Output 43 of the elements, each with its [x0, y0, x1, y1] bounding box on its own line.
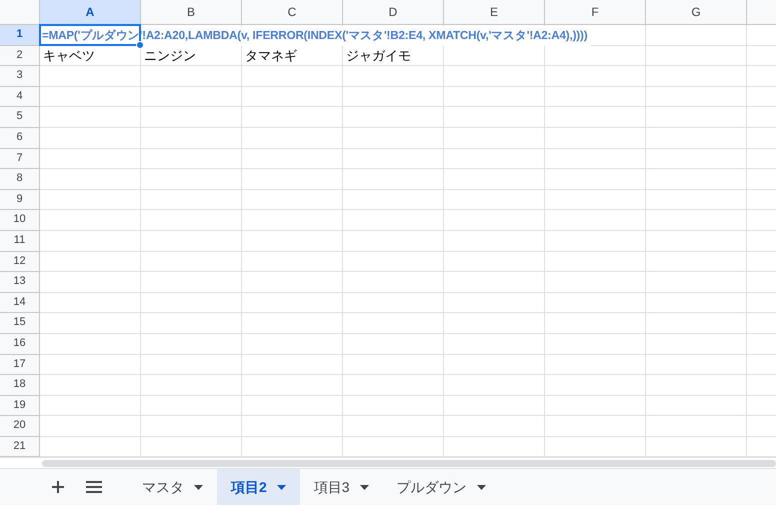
row-header[interactable]: 17: [0, 354, 40, 376]
row-header[interactable]: 15: [0, 313, 40, 334]
table-cell: ニンジン: [144, 48, 196, 63]
row-header[interactable]: 2: [0, 46, 40, 66]
row-header[interactable]: 8: [0, 169, 40, 190]
horizontal-scrollbar[interactable]: [42, 460, 776, 468]
table-cell: キャベツ: [43, 48, 95, 63]
row-header[interactable]: 7: [0, 148, 40, 170]
sheet-tab[interactable]: マスタ: [128, 469, 217, 506]
row-header[interactable]: 10: [0, 210, 40, 231]
sheet-tab[interactable]: 項目2: [217, 469, 300, 506]
column-header[interactable]: E: [444, 0, 545, 25]
column-header[interactable]: C: [242, 0, 343, 25]
column-header[interactable]: D: [343, 0, 444, 25]
row-header[interactable]: 13: [0, 272, 40, 293]
row-header[interactable]: 1: [0, 25, 40, 46]
sheet-tab[interactable]: 項目3: [300, 469, 383, 506]
column-header[interactable]: B: [141, 0, 242, 25]
row-header[interactable]: 12: [0, 252, 40, 272]
sheet-tab[interactable]: プルダウン: [382, 469, 500, 506]
caret-icon: [476, 484, 486, 490]
row-header[interactable]: 14: [0, 292, 40, 314]
table-cell: タマネギ: [245, 48, 297, 63]
row-header[interactable]: 11: [0, 230, 40, 252]
row-header[interactable]: 3: [0, 66, 40, 87]
row-header[interactable]: 9: [0, 190, 40, 210]
column-header[interactable]: G: [646, 0, 747, 25]
row-header[interactable]: 19: [0, 396, 40, 416]
caret-icon: [194, 484, 203, 490]
plus-icon: [52, 481, 64, 494]
menu-icon: [86, 481, 102, 494]
row-header[interactable]: 4: [0, 86, 40, 108]
column-header[interactable]: F: [545, 0, 646, 25]
row-header[interactable]: 21: [0, 436, 40, 458]
caret-icon: [276, 484, 286, 490]
row-header[interactable]: 20: [0, 416, 40, 437]
row-header[interactable]: 6: [0, 128, 40, 149]
caret-icon: [360, 484, 369, 490]
table-cell: ジャガイモ: [346, 48, 411, 63]
row-header[interactable]: 16: [0, 334, 40, 354]
row-header[interactable]: 5: [0, 107, 40, 128]
row-header[interactable]: 18: [0, 375, 40, 396]
column-header[interactable]: A: [40, 0, 141, 25]
